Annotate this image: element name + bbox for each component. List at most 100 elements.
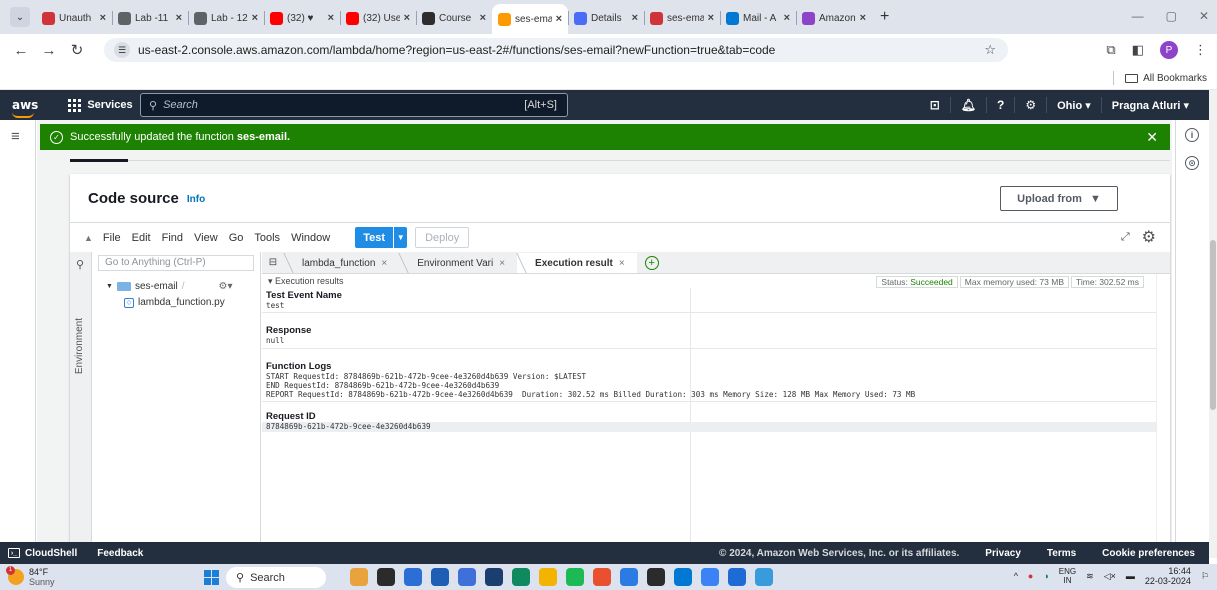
close-tab-icon[interactable]: × [499, 258, 505, 269]
close-tab-icon[interactable]: × [784, 12, 790, 24]
menu-window[interactable]: Window [291, 232, 330, 244]
taskbar-app-icon[interactable] [350, 568, 368, 586]
test-dropdown-icon[interactable]: ▼ [393, 227, 407, 248]
taskbar-app-icon[interactable] [620, 568, 638, 586]
preferences-gear-icon[interactable]: ⚙ [1142, 227, 1156, 247]
taskbar-app-icon[interactable] [755, 568, 773, 586]
search-icon[interactable]: ⚲ [76, 258, 84, 271]
wifi-icon[interactable]: ≋ [1086, 571, 1094, 582]
notifications-icon[interactable]: 🔔︎ [949, 97, 986, 113]
editor-scrollbar[interactable] [1156, 274, 1170, 542]
tab-lambda-function[interactable]: lambda_function × [284, 253, 399, 273]
feedback-circle-icon[interactable]: ⊙ [1185, 156, 1199, 170]
tab-execution-results[interactable]: Execution result × [517, 253, 637, 273]
taskbar-search[interactable]: ⚲ Search [226, 567, 326, 588]
browser-tab[interactable]: (32) ♥ × [264, 4, 340, 32]
region-selector[interactable]: Ohio ▾ [1046, 97, 1101, 113]
taskbar-app-icon[interactable] [512, 568, 530, 586]
taskbar-app-icon[interactable] [485, 568, 503, 586]
browser-tab[interactable]: Lab - 12 × [188, 4, 264, 32]
terms-link[interactable]: Terms [1047, 548, 1076, 559]
minimize-icon[interactable]: — [1132, 9, 1144, 23]
taskbar-app-icon[interactable] [593, 568, 611, 586]
aws-search-input[interactable]: ⚲ Search [Alt+S] [140, 93, 568, 117]
folder-gear-icon[interactable]: ⚙▾ [219, 281, 233, 292]
close-tab-icon[interactable]: × [404, 12, 410, 24]
close-tab-icon[interactable]: × [100, 12, 106, 24]
close-tab-icon[interactable]: × [480, 12, 486, 24]
browser-tab[interactable]: (32) Use × [340, 4, 416, 32]
sidepanel-icon[interactable]: ◧ [1132, 42, 1144, 58]
tray-app-icon[interactable]: ● [1028, 571, 1033, 581]
browser-tab[interactable]: ses-ema × [644, 4, 720, 32]
site-info-icon[interactable]: ☰ [114, 42, 130, 58]
close-tab-icon[interactable]: × [619, 258, 625, 269]
page-scrollbar[interactable] [1209, 90, 1217, 558]
browser-tab[interactable]: Amazon × [796, 4, 872, 32]
browser-tab[interactable]: Course × [416, 4, 492, 32]
clock[interactable]: 16:44 22-03-2024 [1145, 566, 1191, 586]
add-tab-icon[interactable]: + [644, 256, 659, 270]
cloudshell-button[interactable]: ›_ CloudShell [8, 548, 77, 559]
deploy-button[interactable]: Deploy [415, 227, 470, 248]
privacy-link[interactable]: Privacy [985, 548, 1021, 559]
fullscreen-icon[interactable]: ⤢ [1121, 231, 1130, 244]
profile-avatar[interactable]: P [1160, 41, 1178, 59]
browser-tab[interactable]: Mail - A × [720, 4, 796, 32]
close-tab-icon[interactable]: × [252, 12, 258, 24]
browser-tab[interactable]: Unauth × [36, 4, 112, 32]
menu-file[interactable]: File [103, 232, 121, 244]
new-tab-button[interactable]: + [880, 8, 889, 26]
battery-icon[interactable]: ▬ [1126, 571, 1135, 581]
browser-tab[interactable]: Details × [568, 4, 644, 32]
menu-go[interactable]: Go [229, 232, 244, 244]
weather-widget[interactable]: 1 84°F Sunny [6, 566, 55, 587]
notification-icon[interactable]: ⚐ [1201, 571, 1209, 582]
close-tab-icon[interactable]: × [328, 12, 334, 24]
info-circle-icon[interactable]: i [1185, 128, 1199, 142]
browser-tab[interactable]: ses-ema × [492, 4, 568, 34]
cookie-preferences-link[interactable]: Cookie preferences [1102, 548, 1195, 559]
taskbar-app-icon[interactable] [431, 568, 449, 586]
language-indicator[interactable]: ENG IN [1059, 567, 1076, 585]
back-icon[interactable]: ← [10, 42, 32, 59]
taskbar-app-icon[interactable] [701, 568, 719, 586]
tray-app-icon[interactable]: ◑ [1043, 571, 1048, 581]
hamburger-menu-icon[interactable]: ≡ [11, 128, 20, 145]
restore-icon[interactable]: ▢ [1166, 9, 1177, 23]
tree-folder-row[interactable]: ▼ ses-email / ⚙▾ [106, 281, 233, 292]
settings-gear-icon[interactable]: ⚙ [1014, 97, 1046, 113]
volume-icon[interactable]: ◁× [1104, 571, 1116, 582]
close-tab-icon[interactable]: × [381, 258, 387, 269]
bookmark-star-icon[interactable]: ☆ [984, 42, 996, 58]
chevron-up-icon[interactable]: ^ [1014, 571, 1018, 581]
cloudshell-icon[interactable]: ⊡ [920, 97, 950, 113]
taskbar-app-icon[interactable] [458, 568, 476, 586]
address-bar[interactable]: ☰ us-east-2.console.aws.amazon.com/lambd… [104, 38, 1008, 62]
tab-search-menu[interactable]: ⌄ [10, 7, 30, 27]
taskbar-app-icon[interactable] [539, 568, 557, 586]
close-tab-icon[interactable]: × [176, 12, 182, 24]
info-link[interactable]: Info [187, 194, 205, 205]
taskbar-app-icon[interactable] [728, 568, 746, 586]
menu-find[interactable]: Find [162, 232, 183, 244]
tree-file-row[interactable]: ◇ lambda_function.py [124, 297, 225, 308]
help-icon[interactable]: ? [986, 97, 1014, 113]
taskbar-app-icon[interactable] [674, 568, 692, 586]
goto-anything-input[interactable]: Go to Anything (Ctrl-P) [98, 255, 254, 271]
extensions-icon[interactable]: ⧉ [1106, 42, 1115, 58]
user-menu[interactable]: Pragna Atluri ▾ [1100, 97, 1199, 113]
dismiss-flash-icon[interactable]: ✕ [1146, 129, 1158, 146]
all-bookmarks[interactable]: All Bookmarks [1113, 71, 1207, 85]
reload-icon[interactable]: ↻ [66, 41, 88, 59]
forward-icon[interactable]: → [38, 42, 60, 59]
tabs-menu-icon[interactable]: ⊟ [262, 251, 284, 273]
tab-environment-variables[interactable]: Environment Vari × [399, 253, 517, 273]
menu-tools[interactable]: Tools [254, 232, 280, 244]
taskbar-app-icon[interactable] [647, 568, 665, 586]
menu-view[interactable]: View [194, 232, 218, 244]
aws-logo[interactable]: aws [12, 98, 38, 118]
close-tab-icon[interactable]: × [860, 12, 866, 24]
close-tab-icon[interactable]: × [632, 12, 638, 24]
taskbar-app-icon[interactable] [566, 568, 584, 586]
